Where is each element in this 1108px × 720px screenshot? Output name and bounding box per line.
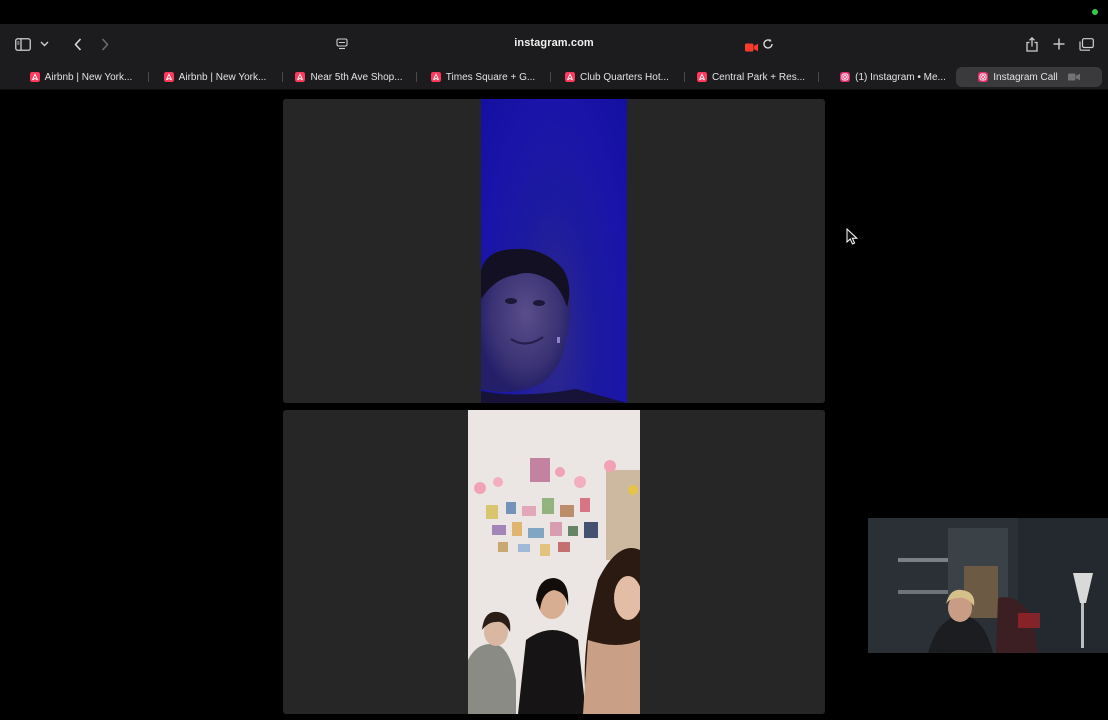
tab-airbnb-2[interactable]: Airbnb | New York... [148, 67, 282, 87]
participant-video-1 [481, 99, 627, 403]
camera-in-use-indicator [1092, 9, 1098, 15]
self-view-video[interactable] [868, 518, 1108, 653]
instagram-icon [840, 72, 851, 82]
self-view-scene [868, 518, 1108, 653]
participant-tile-1[interactable] [283, 99, 825, 403]
tab-airbnb-5[interactable]: Club Quarters Hot... [550, 67, 684, 87]
airbnb-icon [163, 72, 174, 82]
tab-airbnb-1[interactable]: Airbnb | New York... [14, 67, 148, 87]
new-tab-icon[interactable] [1051, 32, 1067, 56]
tab-label: Instagram Call [993, 71, 1058, 83]
tab-overview-icon[interactable] [1077, 32, 1095, 56]
reload-icon[interactable] [762, 37, 774, 55]
tab-label: Times Square + G... [445, 71, 536, 83]
menu-bar-strip [0, 0, 1108, 24]
tab-label: Near 5th Ave Shop... [310, 71, 403, 83]
tab-label: (1) Instagram • Me... [855, 71, 946, 83]
share-icon[interactable] [1024, 32, 1040, 56]
sidebar-toggle-icon[interactable] [14, 32, 32, 56]
tab-instagram-messages[interactable]: (1) Instagram • Me... [826, 67, 960, 87]
instagram-icon [978, 72, 989, 82]
forward-button[interactable] [97, 32, 113, 56]
tab-airbnb-4[interactable]: Times Square + G... [416, 67, 550, 87]
mouse-cursor-icon [846, 228, 858, 245]
airbnb-icon [295, 72, 306, 82]
airbnb-icon [29, 72, 40, 82]
participant-1-figure [481, 248, 627, 403]
tab-label: Club Quarters Hot... [580, 71, 669, 83]
tab-label: Airbnb | New York... [178, 71, 267, 83]
tab-airbnb-3[interactable]: Near 5th Ave Shop... [282, 67, 416, 87]
tab-separator [818, 72, 819, 82]
call-area [0, 90, 1108, 720]
tab-instagram-call[interactable]: Instagram Call [956, 67, 1102, 87]
airbnb-icon [430, 72, 441, 82]
chevron-down-icon[interactable] [38, 32, 50, 56]
url-text: instagram.com [514, 37, 594, 49]
tab-bar: Airbnb | New York... Airbnb | New York..… [0, 64, 1108, 90]
tab-label: Central Park + Res... [711, 71, 806, 83]
participant-2-scene [468, 410, 640, 714]
tab-camera-icon[interactable] [1067, 73, 1080, 81]
camera-recording-icon[interactable] [745, 39, 758, 57]
back-button[interactable] [70, 32, 86, 56]
airbnb-icon [565, 72, 576, 82]
airbnb-icon [696, 72, 707, 82]
participant-tile-2[interactable] [283, 410, 825, 714]
tab-airbnb-6[interactable]: Central Park + Res... [684, 67, 818, 87]
browser-toolbar: instagram.com [0, 24, 1108, 64]
address-bar[interactable]: instagram.com [329, 31, 779, 57]
participant-video-2 [468, 410, 640, 714]
tab-label: Airbnb | New York... [44, 71, 133, 83]
